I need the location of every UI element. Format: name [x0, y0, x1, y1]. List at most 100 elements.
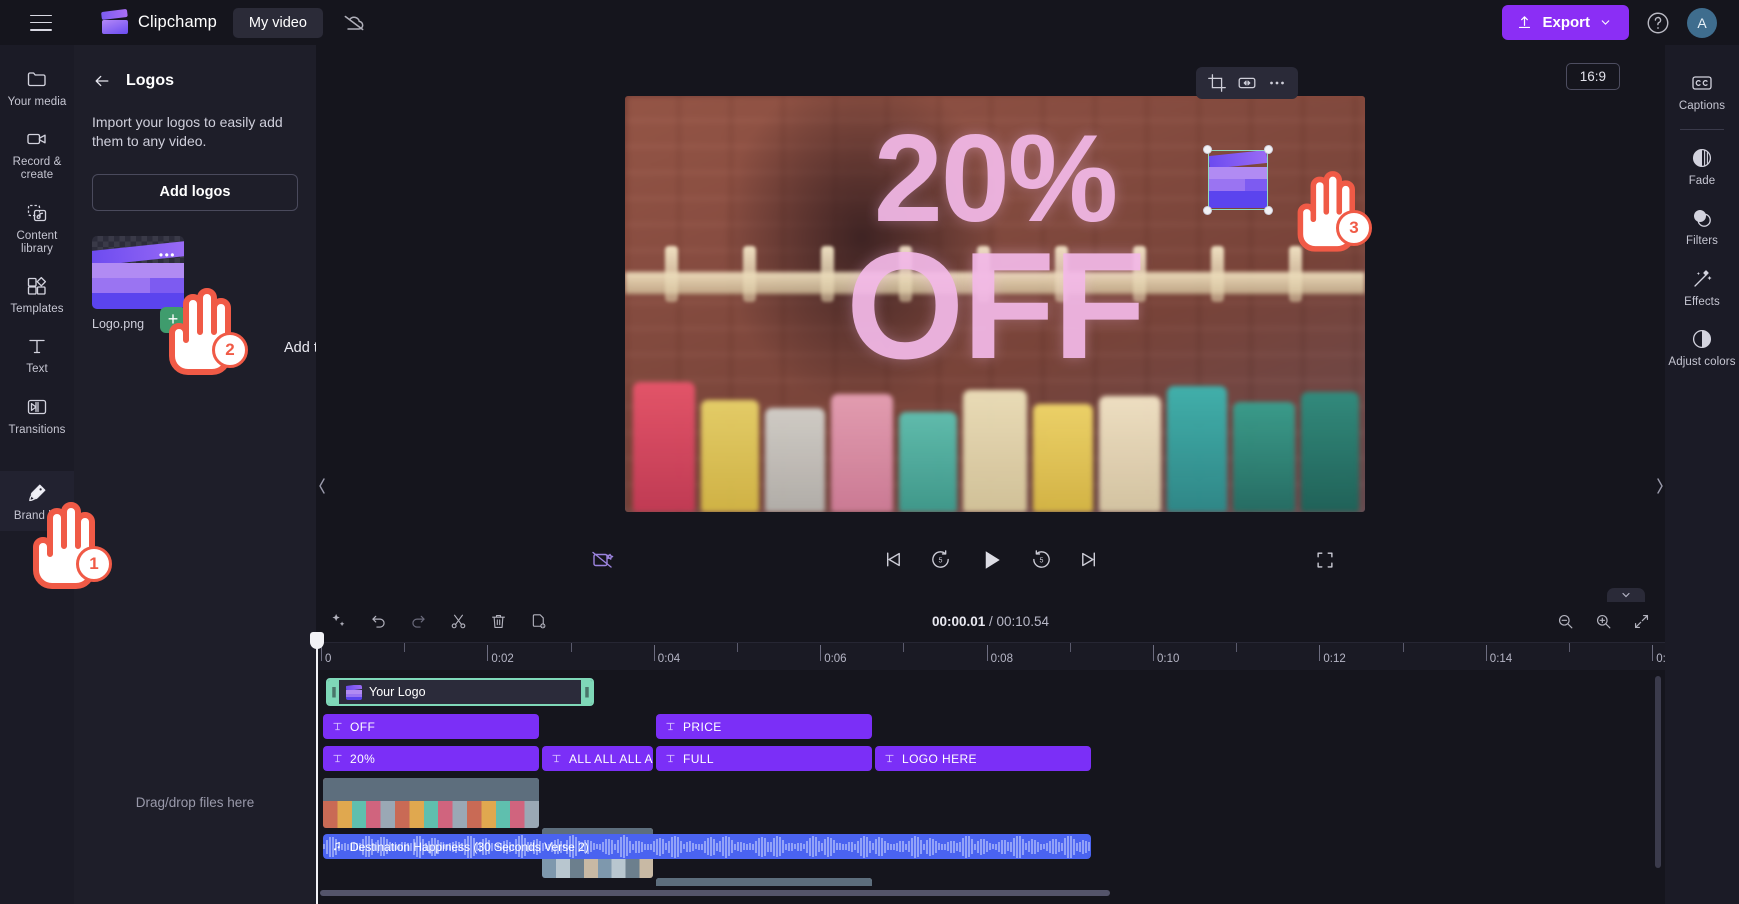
split-scissors-icon[interactable] — [449, 612, 468, 631]
rewind-5-icon[interactable]: 5 — [929, 548, 952, 576]
redo-icon[interactable] — [409, 612, 428, 631]
undo-icon[interactable] — [369, 612, 388, 631]
timeline-clip-text[interactable]: LOGO HERE — [875, 746, 1091, 771]
skip-to-end-icon[interactable] — [1078, 548, 1101, 576]
sidebar-item-transitions[interactable]: Transitions — [0, 385, 74, 445]
export-label: Export — [1542, 14, 1590, 31]
timeline-clip-video[interactable] — [656, 878, 872, 886]
resize-handle-top-right[interactable] — [1264, 145, 1273, 154]
zoom-out-icon[interactable] — [1556, 612, 1575, 631]
timeline-clip-text[interactable]: 20% — [323, 746, 539, 771]
cloud-off-icon[interactable] — [341, 10, 367, 36]
duplicate-icon[interactable] — [529, 612, 548, 631]
back-arrow-icon[interactable] — [92, 71, 112, 91]
skip-to-start-icon[interactable] — [881, 548, 904, 576]
preview-stage: 16:9 20% OFF 5 5 — [316, 45, 1666, 600]
resize-handle-bottom-left[interactable] — [1203, 206, 1212, 215]
trim-handle-left[interactable]: || — [328, 680, 339, 704]
sidebar-item-filters[interactable]: Filters — [1665, 196, 1739, 256]
export-button[interactable]: Export — [1502, 5, 1629, 40]
scrollbar-thumb[interactable] — [320, 890, 1110, 896]
ruler-tick — [820, 645, 822, 661]
timeline-clip-text[interactable]: ALL ALL ALL A — [542, 746, 653, 771]
timeline-clip-video[interactable] — [323, 778, 539, 828]
fade-icon — [1690, 146, 1714, 170]
total-time: / 00:10.54 — [989, 613, 1050, 629]
hamburger-icon[interactable] — [30, 14, 52, 31]
logo-overlay-selection[interactable] — [1203, 145, 1273, 215]
resize-handle-bottom-right[interactable] — [1264, 206, 1273, 215]
timeline-vertical-scrollbar[interactable] — [1655, 676, 1661, 868]
svg-text:5: 5 — [1040, 557, 1044, 565]
avatar[interactable]: A — [1687, 7, 1717, 38]
ruler-tick — [653, 645, 655, 661]
sidebar-item-content-library[interactable]: Content library — [0, 191, 74, 264]
sidebar-item-record-create[interactable]: Record & create — [0, 117, 74, 190]
upload-icon — [1519, 16, 1531, 29]
sidebar-label: Filters — [1685, 235, 1718, 248]
ruler-label: 0:10 — [1157, 653, 1180, 665]
fullscreen-icon[interactable] — [1314, 549, 1336, 576]
magic-wand-icon[interactable] — [329, 612, 348, 631]
timeline-clip-logo[interactable]: || Your Logo || — [326, 678, 594, 706]
content-library-icon — [25, 201, 49, 225]
sidebar-item-adjust-colors[interactable]: Adjust colors — [1665, 317, 1739, 377]
clip-label: FULL — [683, 751, 714, 766]
hand-pointer-icon — [1297, 171, 1355, 252]
sidebar-item-text[interactable]: Text — [0, 324, 74, 384]
chevron-left-icon — [318, 478, 325, 494]
aspect-ratio-button[interactable]: 16:9 — [1565, 63, 1620, 90]
ruler-label: 0 — [325, 653, 332, 665]
sidebar-item-effects[interactable]: Effects — [1665, 257, 1739, 317]
sidebar-item-templates[interactable]: Templates — [0, 264, 74, 324]
timeline-ruler[interactable]: 00:020:040:060:080:100:120:140:160: — [316, 642, 1665, 670]
timeline-toolbar: 00:00.01 / 00:10.54 — [316, 600, 1665, 642]
right-rail: Captions Fade Filters Effects Adjust col… — [1665, 45, 1739, 904]
ruler-minor-tick — [1069, 643, 1071, 652]
ruler-label: 0:08 — [990, 653, 1013, 665]
timeline-tracks: || Your Logo || OFF PRICE 20% ALL ALL ALL A FUL… — [316, 670, 1665, 886]
zoom-in-icon[interactable] — [1594, 612, 1613, 631]
canvas-floating-toolbar — [1196, 67, 1298, 99]
timeline-clip-text[interactable]: OFF — [323, 714, 539, 739]
more-dots-icon[interactable]: ••• — [159, 248, 176, 262]
right-panel-collapse-handle[interactable] — [1654, 466, 1665, 506]
auto-compose-off-icon[interactable] — [590, 548, 614, 577]
ruler-minor-tick — [903, 643, 905, 652]
timeline-clip-text[interactable]: PRICE — [656, 714, 872, 739]
help-icon[interactable] — [1645, 10, 1671, 36]
delete-trash-icon[interactable] — [489, 612, 508, 631]
fit-timeline-icon[interactable] — [1632, 612, 1651, 631]
video-preview-canvas[interactable]: 20% OFF — [625, 96, 1365, 512]
forward-5-icon[interactable]: 5 — [1030, 548, 1053, 576]
sidebar-label: Content library — [16, 229, 58, 255]
panel-description: Import your logos to easily add them to … — [92, 114, 283, 150]
crop-icon[interactable] — [1206, 72, 1228, 94]
sidebar-item-captions[interactable]: Captions — [1665, 61, 1739, 121]
sidebar-label: Transitions — [8, 423, 66, 436]
timeline-clip-text[interactable]: FULL — [656, 746, 872, 771]
timeline-zoom-controls — [1556, 612, 1651, 631]
current-time: 00:00.01 — [931, 613, 986, 629]
callout-cursor-3: 3 — [1280, 160, 1380, 265]
sidebar-label: Adjust colors — [1668, 355, 1736, 368]
project-name-field[interactable]: My video — [232, 7, 323, 38]
resize-handle-top-left[interactable] — [1203, 145, 1212, 154]
timeline-horizontal-scrollbar[interactable] — [316, 890, 1661, 896]
player-controls: 5 5 — [316, 537, 1666, 587]
sidebar-item-your-media[interactable]: Your media — [0, 57, 74, 117]
ruler-tick — [487, 645, 489, 661]
captions-icon — [1690, 71, 1714, 95]
more-dots-icon[interactable] — [1266, 72, 1288, 94]
panel-collapse-handle[interactable] — [316, 466, 327, 506]
trim-handle-right[interactable]: || — [581, 680, 592, 704]
text-icon — [25, 334, 49, 358]
track-audio-track: Destination Happiness (30 Seconds Verse … — [316, 834, 1665, 859]
timeline-clip-audio[interactable]: Destination Happiness (30 Seconds Verse … — [323, 834, 1091, 859]
play-button[interactable] — [977, 546, 1005, 579]
playhead[interactable] — [310, 632, 324, 904]
fit-width-icon[interactable] — [1236, 72, 1258, 94]
add-logos-button[interactable]: Add logos — [92, 173, 298, 211]
logos-panel: Logos Import your logos to easily add th… — [74, 45, 380, 904]
sidebar-item-fade[interactable]: Fade — [1665, 136, 1739, 196]
